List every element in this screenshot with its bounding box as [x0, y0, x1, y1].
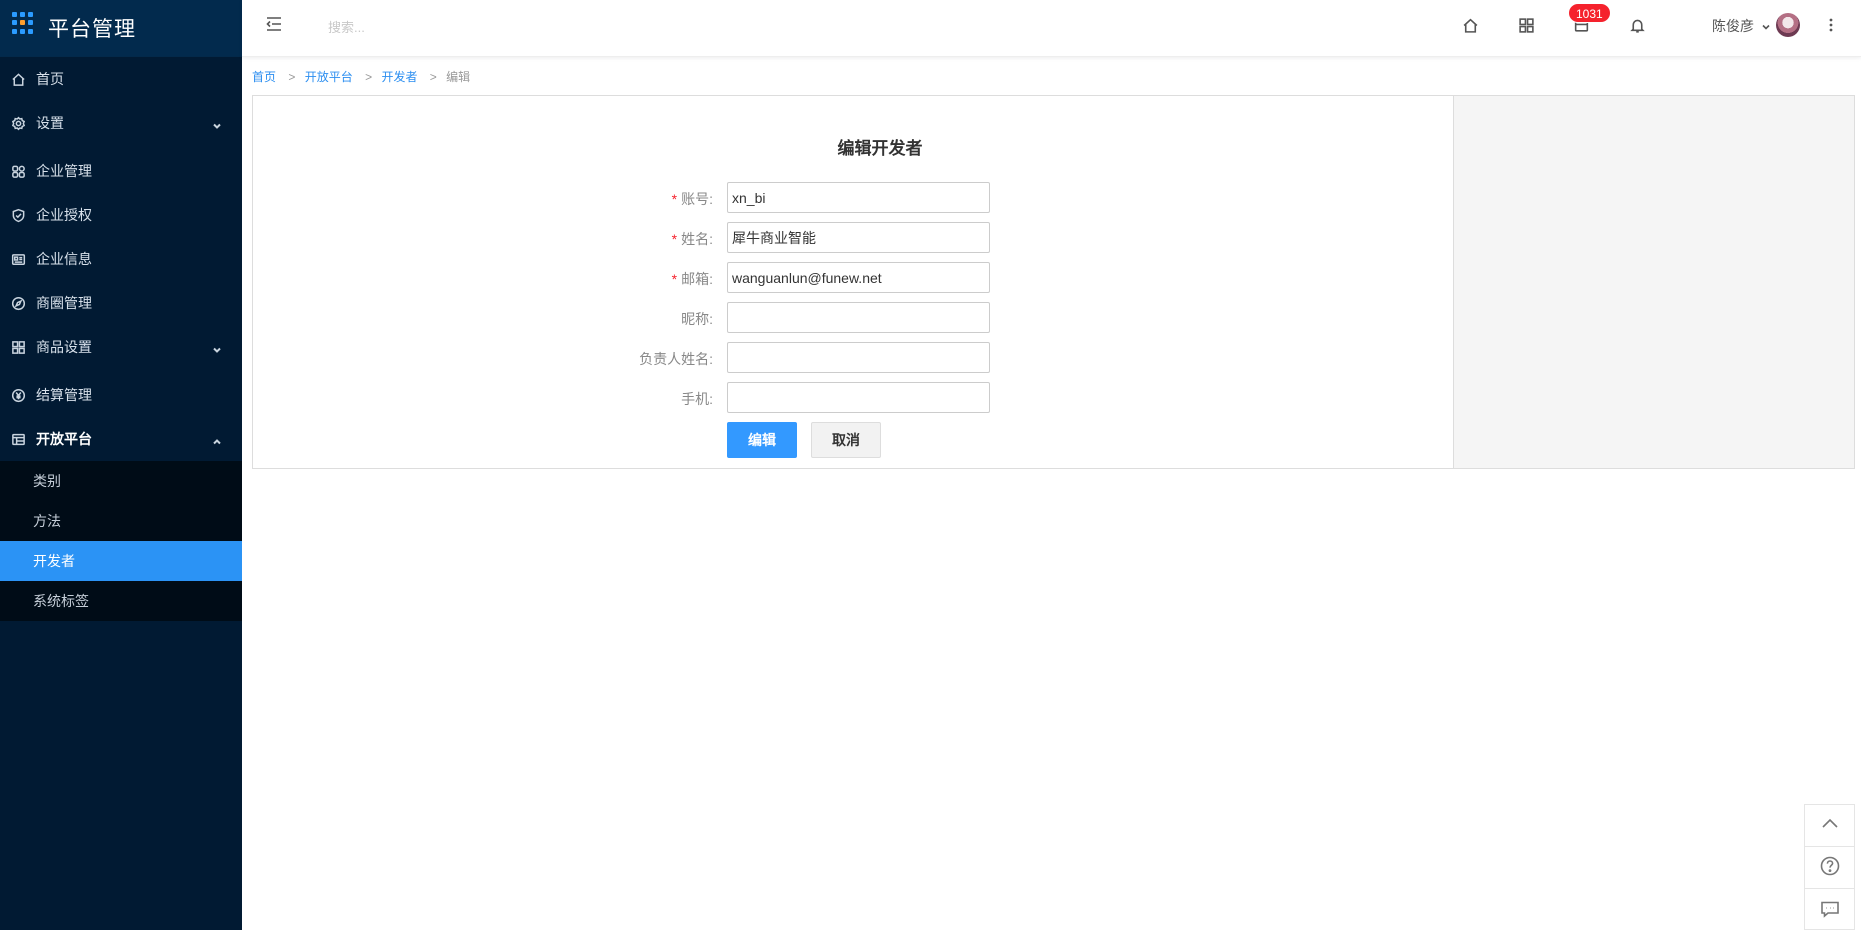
sidebar-item-label: 企业授权	[36, 207, 92, 223]
name-field[interactable]	[727, 222, 990, 253]
sidebar-menu: 首页 设置 企业管理 企业授权 企业信息 商圈管理 商品设置 结算管理 开放平台	[0, 57, 242, 461]
breadcrumb-separator: >	[429, 70, 437, 84]
field-label-account: * 账号:	[671, 191, 713, 207]
sidebar-item-label: 开放平台	[36, 431, 92, 447]
bell-icon[interactable]	[1627, 15, 1647, 35]
question-circle-icon	[1819, 855, 1841, 880]
required-mark: *	[671, 271, 678, 287]
sidebar-item-label: 结算管理	[36, 387, 92, 403]
sidebar-item-product-settings[interactable]: 商品设置	[0, 325, 242, 369]
required-mark: *	[671, 231, 678, 247]
mobile-field[interactable]	[727, 382, 990, 413]
breadcrumb-separator: >	[365, 70, 373, 84]
submenu-item-developer[interactable]: 开发者	[0, 541, 242, 581]
page-title: 编辑开发者	[837, 139, 923, 158]
breadcrumb-link-developer[interactable]: 开发者	[381, 70, 417, 84]
table-icon	[10, 431, 26, 447]
home-icon	[10, 71, 26, 87]
top-header	[242, 0, 1861, 57]
search-input[interactable]	[328, 15, 588, 39]
brand-title: 平台管理	[48, 18, 136, 41]
user-name[interactable]: 陈俊彦	[1712, 16, 1754, 36]
enterprise-icon	[10, 163, 26, 179]
chevron-up-icon	[1819, 813, 1841, 838]
form-row-name: * 姓名:	[253, 222, 1453, 253]
breadcrumb-current: 编辑	[446, 70, 471, 84]
gear-icon	[10, 115, 26, 131]
field-label-mobile: 手机:	[681, 391, 713, 407]
apps-grid-icon[interactable]	[1516, 15, 1536, 35]
contact-name-field[interactable]	[727, 342, 990, 373]
breadcrumb: 首页 > 开放平台 > 开发者 > 编辑	[252, 68, 470, 85]
submit-edit-button[interactable]: 编辑	[727, 422, 797, 458]
form-row-contact-name: 负责人姓名:	[253, 342, 1453, 373]
brand-header: 平台管理	[0, 0, 242, 57]
help-button[interactable]	[1805, 847, 1854, 889]
form-row-email: * 邮箱:	[253, 262, 1453, 293]
sidebar-item-label: 商品设置	[36, 339, 92, 355]
compass-icon	[10, 295, 26, 311]
field-label-name: * 姓名:	[671, 231, 713, 247]
sidebar: 平台管理 首页 设置 企业管理 企业授权 企业信息 商圈管理 商品设置 结算管理…	[0, 0, 242, 930]
submenu-open-platform: 类别 方法 开发者 系统标签	[0, 461, 242, 621]
sidebar-item-home[interactable]: 首页	[0, 57, 242, 101]
grid-icon	[10, 339, 26, 355]
avatar[interactable]	[1776, 13, 1800, 37]
menu-collapse-icon[interactable]	[264, 14, 286, 36]
breadcrumb-link-home[interactable]: 首页	[252, 70, 276, 84]
sidebar-item-business-district[interactable]: 商圈管理	[0, 281, 242, 325]
sidebar-item-open-platform[interactable]: 开放平台	[0, 417, 242, 461]
sidebar-item-settings[interactable]: 设置	[0, 101, 242, 145]
sidebar-item-enterprise-auth[interactable]: 企业授权	[0, 193, 242, 237]
account-field[interactable]	[727, 182, 990, 213]
app-grid-logo-icon	[12, 12, 34, 34]
sidebar-item-label: 首页	[36, 71, 64, 87]
id-card-icon	[10, 251, 26, 267]
sidebar-item-label: 商圈管理	[36, 295, 92, 311]
feedback-button[interactable]	[1805, 889, 1854, 930]
chevron-down-icon	[212, 342, 222, 353]
form-row-mobile: 手机:	[253, 382, 1453, 413]
sidebar-item-label: 设置	[36, 115, 64, 131]
edit-developer-panel: 编辑开发者 *账号: *姓名: *邮箱: 昵称: 负责人姓名: 手机: 编辑 取…	[252, 95, 1454, 469]
back-to-top-button[interactable]	[1805, 805, 1854, 847]
side-info-panel	[1453, 95, 1855, 469]
field-label-email: * 邮箱:	[671, 271, 713, 287]
field-label-nickname: 昵称:	[681, 311, 713, 327]
sidebar-item-label: 企业管理	[36, 163, 92, 179]
submenu-item-method[interactable]: 方法	[0, 501, 242, 541]
chevron-down-icon	[212, 118, 222, 129]
more-vertical-icon[interactable]	[1823, 15, 1839, 35]
sidebar-item-enterprise-info[interactable]: 企业信息	[0, 237, 242, 281]
sidebar-item-label: 企业信息	[36, 251, 92, 267]
breadcrumb-link-open-platform[interactable]: 开放平台	[305, 70, 353, 84]
cancel-button[interactable]: 取消	[811, 422, 881, 458]
breadcrumb-separator: >	[288, 70, 296, 84]
submenu-item-system-tags[interactable]: 系统标签	[0, 581, 242, 621]
field-label-contact-name: 负责人姓名:	[639, 351, 713, 367]
chevron-down-icon[interactable]	[1761, 19, 1771, 30]
form-row-account: * 账号:	[253, 182, 1453, 213]
nickname-field[interactable]	[727, 302, 990, 333]
yuan-icon	[10, 387, 26, 403]
required-mark: *	[671, 191, 678, 207]
sidebar-item-settlement[interactable]: 结算管理	[0, 373, 242, 417]
email-field[interactable]	[727, 262, 990, 293]
sidebar-item-enterprise[interactable]: 企业管理	[0, 149, 242, 193]
message-count-badge: 1031	[1568, 3, 1611, 23]
chat-icon	[1819, 898, 1841, 923]
chevron-up-icon	[212, 434, 222, 445]
submenu-item-category[interactable]: 类别	[0, 461, 242, 501]
shield-check-icon	[10, 207, 26, 223]
home-icon[interactable]	[1460, 15, 1480, 35]
form-row-nickname: 昵称:	[253, 302, 1453, 333]
floating-toolbar	[1804, 804, 1855, 930]
